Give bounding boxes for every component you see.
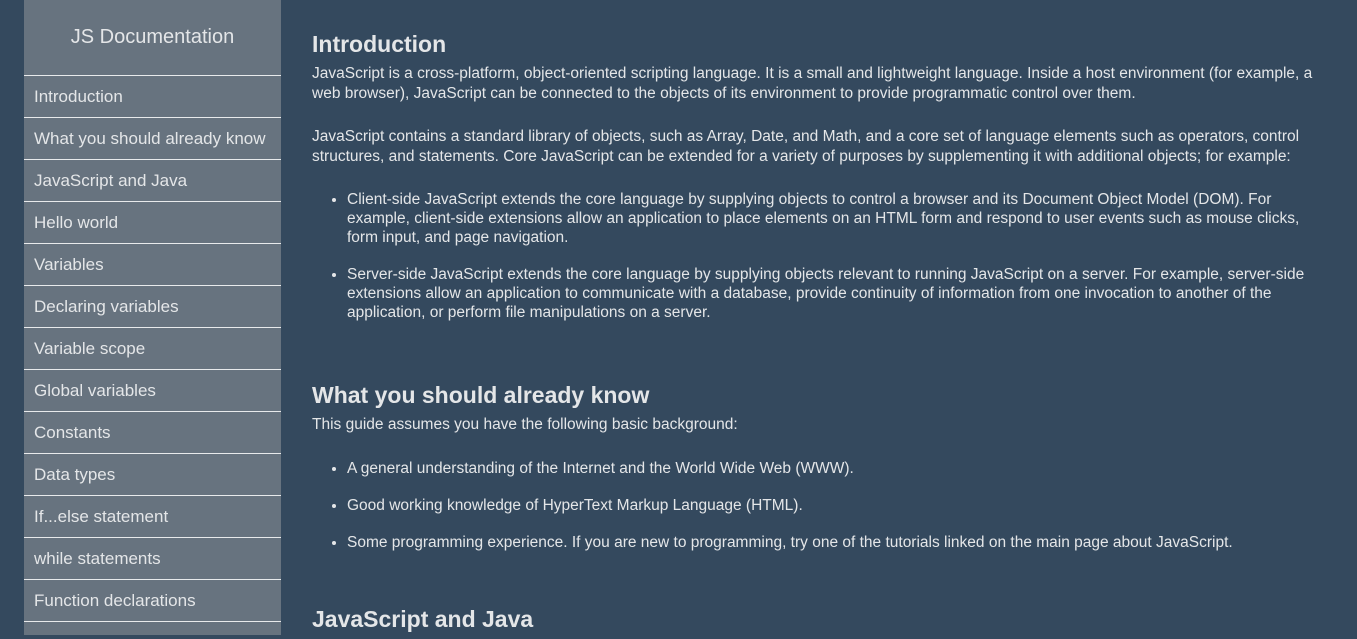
paragraph: This guide assumes you have the followin… [312,416,738,433]
bullet-list: A general understanding of the Internet … [312,459,1332,552]
section-title: JavaScript and Java [312,605,534,632]
section-introduction: Introduction JavaScript is a cross-platf… [312,31,1332,322]
paragraph: JavaScript is a cross-platform, object-o… [312,65,1313,102]
nav-link-next[interactable] [24,622,281,635]
nav-link-introduction[interactable]: Introduction [24,76,281,118]
section-title: Introduction [312,31,447,57]
list-item: A general understanding of the Internet … [347,459,1332,478]
section-what-you-should-already-know: What you should already know This guide … [312,382,1332,552]
bullet-list: Client-side JavaScript extends the core … [312,190,1332,322]
list-item: Server-side JavaScript extends the core … [347,265,1332,322]
nav-link-variable-scope[interactable]: Variable scope [24,328,281,370]
nav-link-constants[interactable]: Constants [24,412,281,454]
section-javascript-and-java: JavaScript and Java [312,606,1332,633]
nav-link-while-statements[interactable]: while statements [24,538,281,580]
nav-link-declaring-variables[interactable]: Declaring variables [24,286,281,328]
list-item: Good working knowledge of HyperText Mark… [347,496,1332,515]
list-item: Some programming experience. If you are … [347,533,1332,552]
nav-link-hello-world[interactable]: Hello world [24,202,281,244]
nav-link-variables[interactable]: Variables [24,244,281,286]
list-item: Client-side JavaScript extends the core … [347,190,1332,247]
nav-link-what-you-should-already-know[interactable]: What you should already know [24,118,281,160]
paragraph: JavaScript contains a standard library o… [312,128,1300,165]
main-content: Introduction JavaScript is a cross-platf… [312,0,1332,639]
nav-link-global-variables[interactable]: Global variables [24,370,281,412]
nav-link-javascript-and-java[interactable]: JavaScript and Java [24,160,281,202]
nav-link-if-else-statement[interactable]: If...else statement [24,496,281,538]
nav-link-data-types[interactable]: Data types [24,454,281,496]
nav-link-function-declarations[interactable]: Function declarations [24,580,281,622]
nav-title: JS Documentation [24,0,281,76]
section-title: What you should already know [312,382,650,408]
sidebar-nav: JS Documentation Introduction What you s… [24,0,281,635]
